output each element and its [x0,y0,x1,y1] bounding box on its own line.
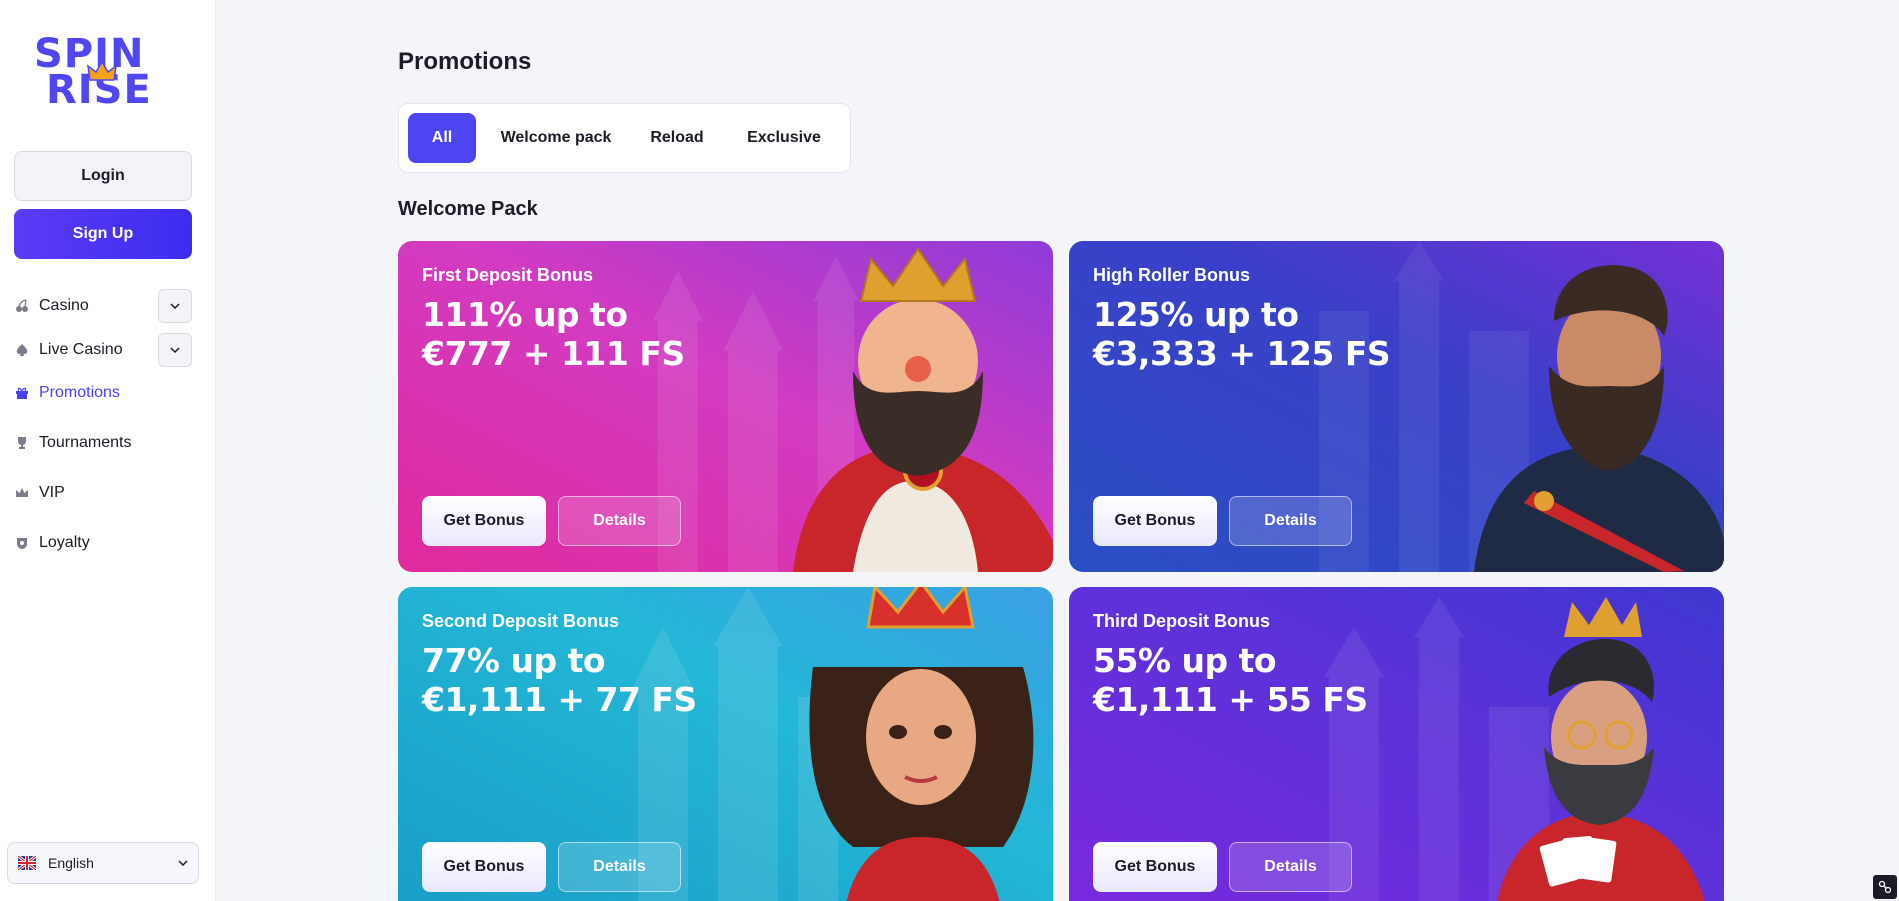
tab-all[interactable]: All [408,113,476,163]
login-button[interactable]: Login [14,151,192,201]
get-bonus-button[interactable]: Get Bonus [422,842,546,892]
card-player-character-illustration [1497,597,1705,901]
sidebar: SPIN RISE Login Sign Up Casino Live Casi… [0,0,216,901]
get-bonus-button[interactable]: Get Bonus [1093,496,1217,546]
card-bonus-percent: 55% up to [1093,641,1277,680]
sidebar-item-label: Tournaments [39,434,132,451]
promo-card-second-deposit: Second Deposit Bonus 77% up to €1,111 + … [398,587,1053,901]
sidebar-item-label: Loyalty [39,534,90,551]
card-title: Third Deposit Bonus [1093,611,1270,631]
casino-expand-button[interactable] [158,289,192,323]
live-casino-expand-button[interactable] [158,333,192,367]
gift-icon [14,385,30,401]
brand-logo[interactable]: SPIN RISE [34,34,172,114]
section-title: Welcome Pack [398,198,538,220]
sidebar-item-vip[interactable]: VIP [14,476,192,510]
card-title: High Roller Bonus [1093,265,1250,285]
queen-character-illustration [809,587,1034,901]
promo-card-high-roller: High Roller Bonus 125% up to €3,333 + 12… [1069,241,1724,572]
promotion-tabs: All Welcome pack Reload Exclusive [398,103,851,173]
language-selector[interactable]: English [7,842,199,884]
sidebar-item-casino[interactable]: Casino [14,289,192,323]
chevron-down-icon [170,303,180,309]
sidebar-item-promotions[interactable]: Promotions [14,376,192,410]
trophy-icon [14,435,30,451]
get-bonus-button[interactable]: Get Bonus [422,496,546,546]
sidebar-item-live-casino[interactable]: Live Casino [14,333,192,367]
support-widget-icon[interactable] [1873,875,1897,899]
details-button[interactable]: Details [558,842,681,892]
details-button[interactable]: Details [558,496,681,546]
get-bonus-button[interactable]: Get Bonus [1093,842,1217,892]
general-character-illustration [1474,265,1724,572]
sidebar-item-label: VIP [39,484,65,501]
logo-crown-icon [87,60,117,81]
card-bonus-amount: €1,111 + 55 FS [1093,680,1368,719]
card-bonus-percent: 77% up to [422,641,606,680]
sidebar-item-label: Casino [39,297,89,314]
card-title: First Deposit Bonus [422,265,594,285]
tab-welcome-pack[interactable]: Welcome pack [488,113,624,163]
chevron-down-icon [170,347,180,353]
spade-icon [14,342,30,358]
sidebar-item-tournaments[interactable]: Tournaments [14,426,192,460]
card-bonus-amount: €777 + 111 FS [422,334,685,373]
sidebar-item-label: Live Casino [39,341,123,358]
language-label: English [48,855,94,871]
card-bonus-amount: €3,333 + 125 FS [1093,334,1391,373]
cherries-icon [14,298,30,314]
crown-icon [14,485,30,501]
king-character-illustration [793,247,1053,572]
tab-reload[interactable]: Reload [637,113,717,163]
card-bonus-amount: €1,111 + 77 FS [422,680,697,719]
promo-card-third-deposit: Third Deposit Bonus 55% up to €1,111 + 5… [1069,587,1724,901]
details-button[interactable]: Details [1229,842,1352,892]
chevron-down-icon [178,860,188,866]
badge-icon [14,535,30,551]
signup-button[interactable]: Sign Up [14,209,192,259]
card-bonus-percent: 111% up to [422,295,628,334]
card-title: Second Deposit Bonus [422,611,620,631]
card-bonus-percent: 125% up to [1093,295,1299,334]
tab-exclusive[interactable]: Exclusive [729,113,839,163]
page-title: Promotions [398,48,532,75]
uk-flag-icon [18,856,36,870]
sidebar-item-loyalty[interactable]: Loyalty [14,526,192,560]
sidebar-item-label: Promotions [39,384,120,401]
details-button[interactable]: Details [1229,496,1352,546]
promo-card-first-deposit: First Deposit Bonus 111% up to €777 + 11… [398,241,1053,572]
